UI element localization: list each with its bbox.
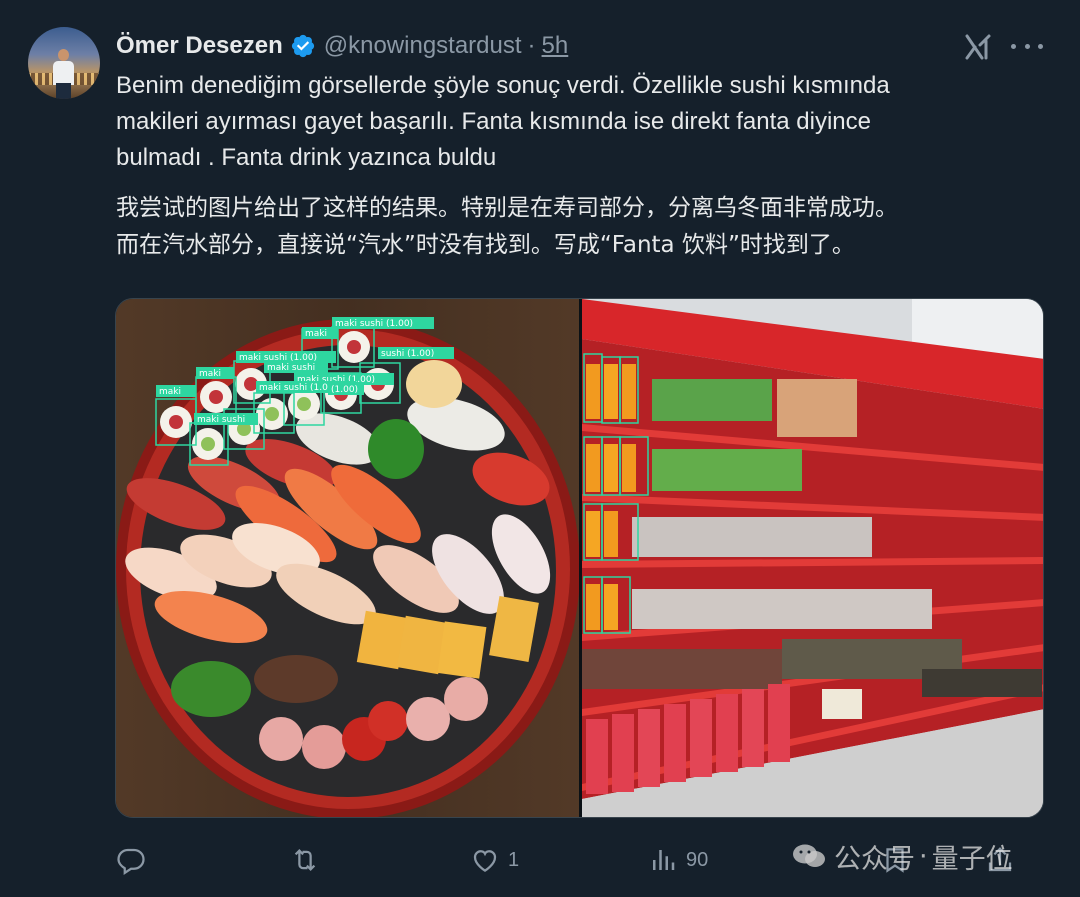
- views-icon: [653, 850, 675, 870]
- more-dot: [1024, 43, 1030, 49]
- like-count: 1: [508, 848, 520, 871]
- detection-label: maki sushi (1.00): [259, 383, 337, 393]
- avatar-person-body: [53, 61, 74, 85]
- tweet: Ömer Desezen @knowingstardust · 5h Benim…: [0, 0, 1080, 897]
- watermark-left: 公众号: [834, 843, 915, 875]
- reply-icon: [117, 848, 145, 875]
- post-time[interactable]: 5h: [542, 32, 569, 60]
- views-button[interactable]: 90: [648, 840, 708, 880]
- avatar-person-legs: [56, 83, 71, 99]
- detection-label: (1.00): [331, 385, 358, 395]
- detection-label: maki sushi: [197, 415, 245, 425]
- watermark: 公众号 · 量子位: [792, 838, 1013, 875]
- header-separator: ·: [527, 32, 536, 59]
- like-icon: [473, 850, 497, 872]
- verified-badge-icon[interactable]: [290, 33, 316, 59]
- more-icon[interactable]: [1011, 32, 1043, 60]
- author-handle[interactable]: @knowingstardust: [324, 32, 522, 60]
- detection-label: sushi (1.00): [381, 349, 434, 359]
- post-text-chinese: 我尝试的图片给出了这样的结果。特别是在寿司部分，分离乌冬面非常成功。 而在汽水部…: [116, 195, 898, 258]
- retweet-button[interactable]: [290, 840, 328, 880]
- more-dot: [1038, 43, 1043, 49]
- like-button[interactable]: 1: [470, 840, 519, 880]
- wechat-icon: [793, 844, 825, 867]
- media-grid[interactable]: maki maki sushi (1.00) maki sushi (1.00)…: [115, 298, 1044, 818]
- watermark-right: 量子位: [931, 843, 1013, 875]
- detection-label: maki: [199, 369, 221, 379]
- views-count: 90: [686, 848, 709, 871]
- detection-label: maki sushi: [267, 363, 315, 373]
- detection-label: maki: [159, 387, 181, 397]
- avatar-person-head: [58, 49, 69, 61]
- post-text-turkish: Benim denediğim görsellerde şöyle sonuç …: [116, 72, 890, 171]
- author-name[interactable]: Ömer Desezen: [116, 32, 283, 60]
- reply-button[interactable]: [116, 840, 154, 880]
- avatar[interactable]: [28, 27, 100, 99]
- detection-label: maki: [305, 329, 327, 339]
- supermarket-detection-image[interactable]: [582, 299, 1044, 818]
- watermark-separator: ·: [919, 840, 928, 872]
- tweet-header: Ömer Desezen @knowingstardust · 5h: [116, 30, 568, 62]
- retweet-icon: [294, 849, 316, 871]
- grok-icon[interactable]: [962, 31, 994, 63]
- sushi-detection-image[interactable]: maki maki sushi (1.00) maki sushi (1.00)…: [116, 299, 579, 818]
- more-dot: [1011, 43, 1016, 49]
- detection-label: maki sushi (1.00): [335, 319, 413, 329]
